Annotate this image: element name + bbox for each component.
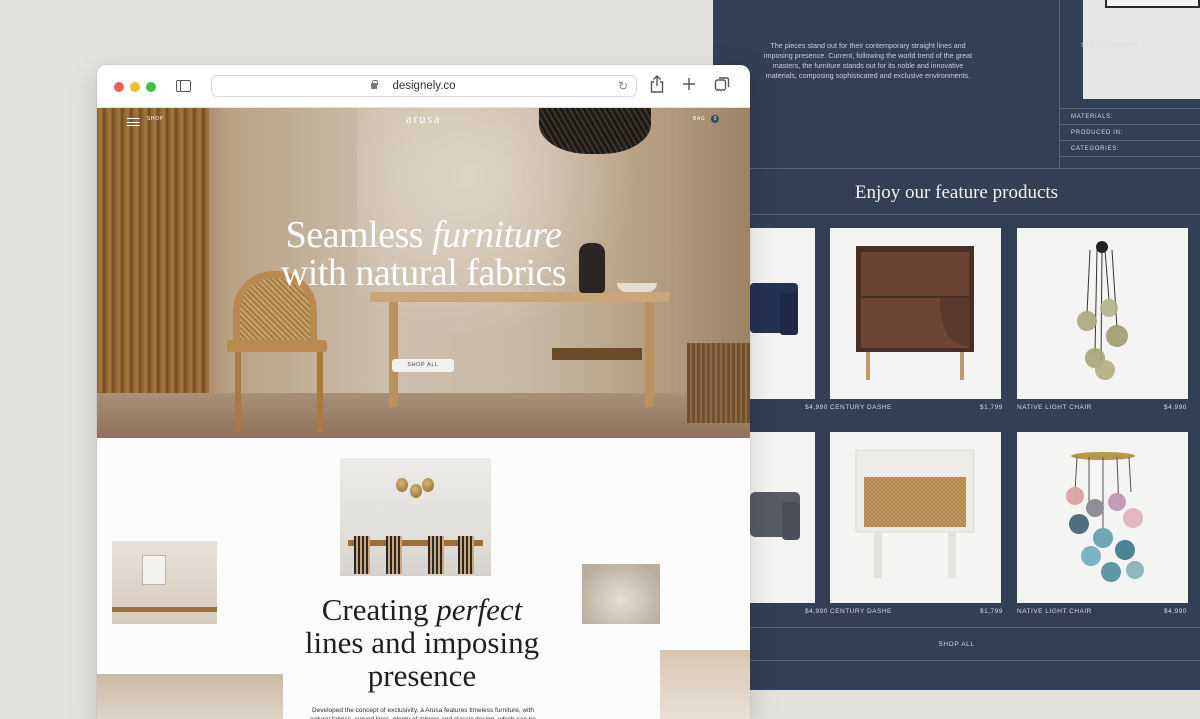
linen-photo (582, 564, 660, 624)
sofa-image (750, 492, 800, 540)
hero-shop-all-button[interactable]: SHOP ALL (392, 359, 454, 372)
divider (1059, 108, 1200, 109)
divider (713, 627, 1200, 628)
nightstand-image (856, 246, 974, 380)
product-card-sofa[interactable] (750, 228, 815, 399)
lookbook-image[interactable] (1083, 0, 1200, 99)
product-price: $4,990 (805, 404, 828, 411)
materials-label: MATERIALS: (1071, 114, 1114, 120)
divider (1059, 0, 1060, 168)
divider (713, 660, 1200, 661)
site-logo[interactable]: arusa (97, 111, 750, 127)
dining-room-photo (340, 458, 491, 576)
minimize-window-button[interactable] (130, 82, 140, 92)
section-title: Creating perfect lines and imposing pres… (304, 592, 540, 693)
product-name[interactable]: CENTURY DASHE (830, 404, 892, 411)
sofa-image (750, 283, 798, 335)
product-card-chandelier[interactable] (1017, 432, 1188, 603)
divider (713, 214, 1200, 215)
hero-section: SHOP arusa BAG 0 Seamless furniture with… (97, 108, 750, 438)
bedroom-photo (660, 650, 750, 719)
hero-title: Seamless furniture with natural fabrics (280, 214, 567, 294)
product-card-sofa-grey[interactable] (750, 432, 815, 603)
product-price: $4,990 (805, 608, 828, 615)
background-product-page: The pieces stand out for their contempor… (713, 0, 1200, 690)
browser-window: designely.co ↻ SHOP arusa BAG 0 Seamless… (97, 65, 750, 719)
shop-all-link[interactable]: SHOP ALL (713, 641, 1200, 648)
section-body-text: Developed the concept of exclusivity, a … (310, 707, 536, 719)
product-price: $4,990 (1164, 404, 1187, 411)
sidebar-icon[interactable] (176, 80, 191, 92)
divider (713, 168, 1200, 169)
bag-count-badge[interactable]: 0 (711, 115, 719, 123)
product-name[interactable]: CENTURY DASHE (830, 608, 892, 615)
product-name[interactable]: NATIVE LIGHT CHAIR (1017, 404, 1092, 411)
feature-products-title: Enjoy our feature products (854, 182, 1059, 203)
bedroom-photo-large (97, 674, 283, 719)
product-price: $4,990 (1164, 608, 1187, 615)
nav-bag-link[interactable]: BAG (693, 116, 705, 122)
zoom-window-button[interactable] (146, 82, 156, 92)
product-price: $1,799 (980, 608, 1003, 615)
chandelier-image (1066, 452, 1144, 582)
divider (1059, 140, 1200, 141)
dining-room-photo-small (112, 541, 217, 624)
browser-toolbar: designely.co ↻ (97, 65, 750, 108)
product-price: $1,799 (980, 404, 1003, 411)
rattan-nightstand-image (855, 449, 975, 578)
url-text[interactable]: designely.co (212, 80, 636, 92)
intro-text: The pieces stand out for their contempor… (763, 41, 973, 80)
address-bar[interactable]: designely.co ↻ (211, 75, 637, 97)
categories-label: CATEGORIES: (1071, 146, 1120, 152)
reload-icon[interactable]: ↻ (618, 79, 628, 93)
new-tab-icon[interactable] (682, 75, 696, 99)
close-window-button[interactable] (114, 82, 124, 92)
product-name[interactable]: NATIVE LIGHT CHAIR (1017, 608, 1092, 615)
pendant-light-image (1077, 241, 1128, 380)
tabs-overview-icon[interactable] (714, 75, 730, 99)
share-icon[interactable] (650, 75, 664, 99)
divider (1059, 156, 1200, 157)
see-lookbook-link[interactable]: SEE LOOKBOOK (1081, 42, 1139, 49)
product-card-rattan-nightstand[interactable] (830, 432, 1001, 603)
divider (1059, 124, 1200, 125)
product-card-nightstand[interactable] (830, 228, 1001, 399)
product-card-pendant-light[interactable] (1017, 228, 1188, 399)
produced-in-label: PRODUCED IN: (1071, 130, 1124, 136)
